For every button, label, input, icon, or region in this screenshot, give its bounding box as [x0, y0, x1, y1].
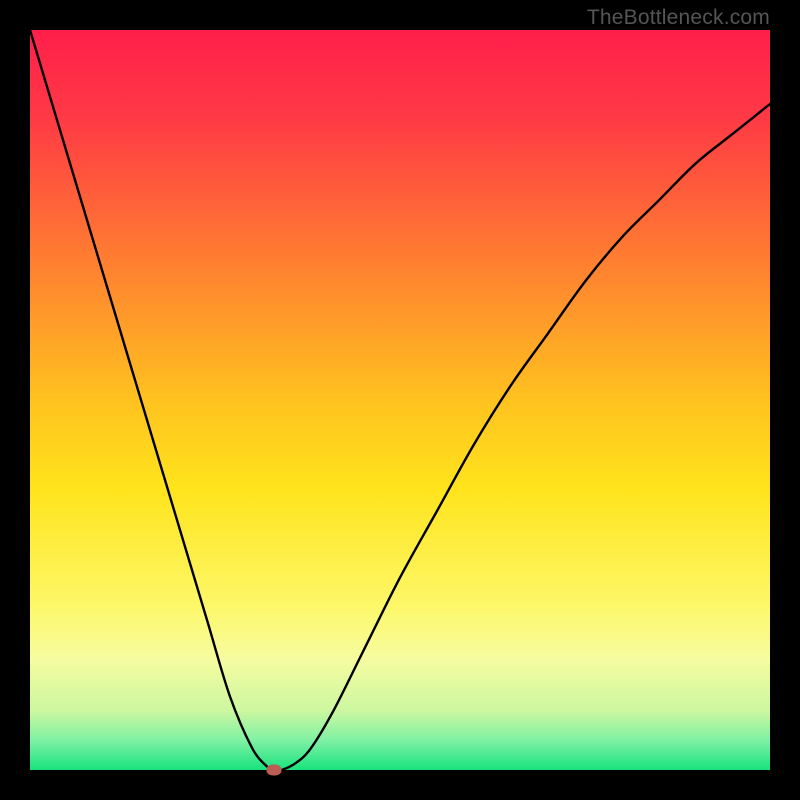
watermark-text: TheBottleneck.com: [587, 6, 770, 30]
bottleneck-curve: [30, 30, 770, 770]
optimal-point-marker: [267, 765, 282, 776]
chart-frame: TheBottleneck.com: [0, 0, 800, 800]
plot-area: [30, 30, 770, 770]
